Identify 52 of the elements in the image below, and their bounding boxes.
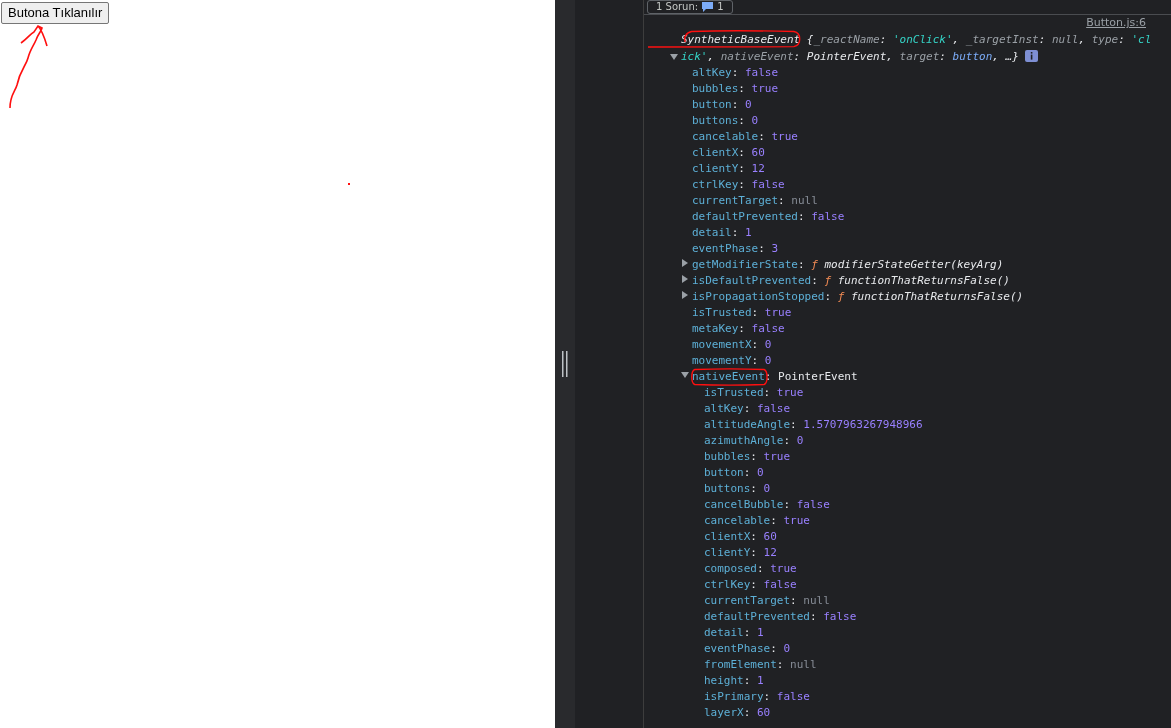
splitter-handle-icon[interactable] — [562, 351, 568, 377]
property-row-text: movementX: 0 — [691, 337, 773, 353]
property-row-text: bubbles: true — [703, 449, 792, 465]
expanded-caret-icon[interactable] — [681, 371, 689, 378]
property-row-text: isTrusted: true — [691, 305, 793, 321]
property-row-text: cancelable: true — [703, 513, 811, 529]
property-row-text: clientX: 60 — [691, 145, 766, 161]
property-row-text: ctrlKey: false — [691, 177, 786, 193]
property-row-text: altitudeAngle: 1.5707963267948966 — [703, 417, 924, 433]
property-row-text: currentTarget: null — [691, 193, 819, 209]
property-row-text: detail: 1 — [691, 225, 753, 241]
property-row-text: eventPhase: 0 — [703, 641, 792, 657]
expanded-caret-icon[interactable] — [670, 54, 678, 60]
property-row[interactable]: isDefaultPrevented: ƒ functionThatReturnsFalse() — [681, 273, 1171, 289]
page-button[interactable]: Butona Tıklanılır — [1, 2, 110, 24]
property-row-text: isPrimary: false — [703, 689, 811, 705]
property-row-text: isTrusted: true — [703, 385, 805, 401]
property-row-text: clientY: 12 — [703, 545, 778, 561]
property-row-text: defaultPrevented: false — [703, 609, 858, 625]
property-row-text: composed: true — [703, 561, 798, 577]
property-row-text: azimuthAngle: 0 — [703, 433, 805, 449]
property-row-text: defaultPrevented: false — [691, 209, 846, 225]
property-row-text: ctrlKey: false — [703, 577, 798, 593]
property-row-text: fromElement: null — [703, 657, 818, 673]
property-row-text: buttons: 0 — [691, 113, 760, 129]
property-row-text: bubbles: true — [691, 81, 780, 97]
property-row-text: buttons: 0 — [703, 481, 772, 497]
collapsed-caret-icon[interactable] — [682, 274, 688, 283]
collapsed-caret-icon[interactable] — [682, 290, 688, 299]
issues-button[interactable]: 1 Sorun: 1 — [647, 0, 733, 14]
property-row-text: cancelable: true — [691, 129, 799, 145]
property-row-text: eventPhase: 3 — [691, 241, 780, 257]
source-link[interactable]: Button.js:6 — [1086, 15, 1146, 31]
property-row-text: detail: 1 — [703, 625, 765, 641]
property-row-text: height: 1 — [703, 673, 765, 689]
property-row-text: button: 0 — [703, 465, 765, 481]
property-row-text: movementY: 0 — [691, 353, 773, 369]
info-icon — [1024, 50, 1038, 62]
property-row-text: layerX: 60 — [703, 705, 772, 721]
property-row[interactable]: isPropagationStopped: ƒ functionThatReturnsFalse() — [681, 289, 1171, 305]
message-icon — [702, 2, 714, 12]
property-row-text: currentTarget: null — [703, 593, 831, 609]
property-row-text: metaKey: false — [691, 321, 786, 337]
property-row[interactable]: nativeEvent: PointerEvent — [681, 369, 1171, 385]
property-row-text: button: 0 — [691, 97, 753, 113]
property-row-text: clientX: 60 — [703, 529, 778, 545]
property-row-text: altKey: false — [703, 401, 792, 417]
property-row[interactable]: getModifierState: ƒ modifierStateGetter(keyArg) — [681, 257, 1171, 273]
property-row-text: altKey: false — [691, 65, 780, 81]
property-row-text: clientY: 12 — [691, 161, 766, 177]
collapsed-caret-icon[interactable] — [682, 258, 688, 267]
property-row-text: cancelBubble: false — [703, 497, 831, 513]
